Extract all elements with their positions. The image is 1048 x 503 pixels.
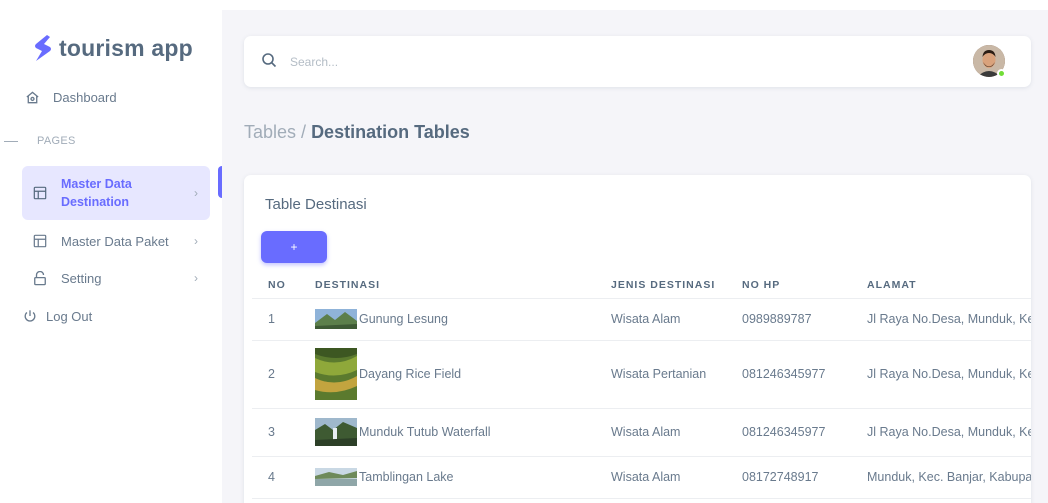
power-icon — [22, 308, 38, 324]
chevron-right-icon: › — [194, 234, 198, 248]
home-icon — [24, 89, 40, 105]
cell-jenis: Wisata Alam — [595, 408, 726, 457]
cell-destinasi: Gunung Lesung — [299, 298, 595, 341]
sidebar-section-header: PAGES — [0, 135, 76, 147]
card-title: Table Destinasi — [265, 196, 367, 213]
top-navbar — [244, 36, 1031, 87]
cell-no: 4 — [252, 456, 299, 499]
sidebar-item-dashboard[interactable]: Dashboard — [22, 87, 210, 107]
destination-table-card: Table Destinasi + NO DESTINASI JENIS DES… — [244, 175, 1031, 503]
cell-jenis: Wisata Pertanian — [595, 340, 726, 409]
chevron-right-icon: › — [194, 186, 198, 200]
destination-name: Tamblingan Lake — [359, 470, 454, 484]
column-header-jenis-destinasi[interactable]: JENIS DESTINASI — [595, 272, 726, 299]
sidebar-item-setting[interactable]: Setting › — [22, 268, 210, 288]
cell-alamat: Jl Raya No.Desa, Munduk, Ke — [851, 340, 1031, 409]
table-row[interactable]: 2 Dayang Rice Field Wisata Pertanian 081… — [252, 340, 1031, 409]
breadcrumb: Tables / Destination Tables — [244, 122, 470, 143]
table-row[interactable]: 3 Munduk Tutub Waterfall Wisata Alam 081… — [252, 408, 1031, 457]
sidebar-item-label: Setting — [61, 270, 102, 286]
cell-destinasi: Tamblingan Lake — [299, 456, 595, 499]
sidebar-item-label: Master Data Destination — [61, 177, 132, 209]
destination-name: Dayang Rice Field — [359, 367, 462, 381]
sidebar-item-label: Dashboard — [53, 89, 117, 105]
cell-destinasi: Munduk Tutub Waterfall — [299, 408, 595, 457]
sidebar-item-master-data-destination[interactable]: Master Data Destination › — [22, 166, 210, 220]
column-header-destinasi[interactable]: DESTINASI — [299, 272, 595, 299]
destination-thumbnail — [315, 418, 357, 446]
column-header-no[interactable]: NO — [252, 272, 299, 299]
table-row[interactable]: 1 Gunung Lesung Wisata Alam 0989889787 J… — [252, 298, 1031, 341]
destination-thumbnail — [315, 348, 357, 400]
sidebar: tourism app Dashboard PAGES Master Data … — [0, 0, 222, 503]
destination-name: Munduk Tutub Waterfall — [359, 425, 491, 439]
cell-no: 3 — [252, 408, 299, 457]
table-row[interactable]: 4 Tamblingan Lake Wisata Alam 0817274891… — [252, 456, 1031, 499]
sidebar-item-label: Log Out — [46, 308, 93, 324]
destination-thumbnail — [315, 468, 357, 486]
breadcrumb-current: Destination Tables — [311, 122, 470, 142]
column-header-alamat[interactable]: ALAMAT — [851, 272, 1031, 299]
section-label: PAGES — [37, 135, 76, 147]
search-icon[interactable] — [261, 52, 277, 68]
cell-jenis: Wisata Alam — [595, 298, 726, 341]
cell-alamat: Jl Raya No.Desa, Munduk, Ke — [851, 408, 1031, 457]
destination-table: NO DESTINASI JENIS DESTINASI NO HP ALAMA… — [252, 272, 1031, 499]
brand[interactable]: tourism app — [33, 34, 193, 62]
cell-destinasi: Dayang Rice Field — [299, 340, 595, 409]
column-header-no-hp[interactable]: NO HP — [726, 272, 851, 299]
cell-no: 2 — [252, 340, 299, 409]
cell-hp: 0989889787 — [726, 298, 851, 341]
cell-alamat: Munduk, Kec. Banjar, Kabupa — [851, 456, 1031, 499]
layout-icon — [32, 233, 48, 249]
lock-icon — [32, 270, 48, 286]
chevron-right-icon: › — [194, 271, 198, 285]
cell-hp: 081246345977 — [726, 340, 851, 409]
brand-name: tourism app — [59, 34, 193, 61]
layout-icon — [32, 185, 48, 201]
sidebar-item-master-data-paket[interactable]: Master Data Paket › — [22, 231, 210, 251]
destination-name: Gunung Lesung — [359, 312, 448, 326]
cell-hp: 08172748917 — [726, 456, 851, 499]
cell-alamat: Jl Raya No.Desa, Munduk, Ke — [851, 298, 1031, 341]
destination-thumbnail — [315, 309, 357, 329]
search-input[interactable] — [290, 51, 590, 73]
breadcrumb-parent[interactable]: Tables / — [244, 122, 306, 142]
sidebar-item-logout[interactable]: Log Out — [22, 306, 210, 326]
brand-logo-icon — [35, 35, 51, 61]
online-status-dot — [997, 69, 1006, 78]
cell-no: 1 — [252, 298, 299, 341]
cell-hp: 081246345977 — [726, 408, 851, 457]
active-indicator — [218, 166, 222, 198]
add-destination-button[interactable]: + — [261, 231, 327, 263]
sidebar-item-label: Master Data Paket — [61, 233, 169, 249]
table-header-row: NO DESTINASI JENIS DESTINASI NO HP ALAMA… — [252, 272, 1031, 299]
section-divider — [4, 140, 18, 142]
cell-jenis: Wisata Alam — [595, 456, 726, 499]
